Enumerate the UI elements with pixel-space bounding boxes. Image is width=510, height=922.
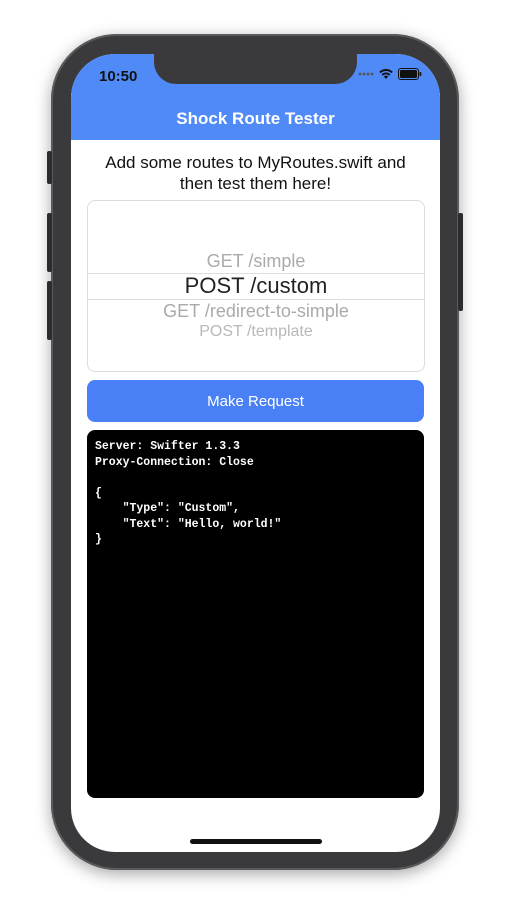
picker-option[interactable]: GET /redirect-to-simple bbox=[88, 301, 424, 322]
response-console: Server: Swifter 1.3.3 Proxy-Connection: … bbox=[87, 430, 424, 798]
route-picker[interactable]: GET /simple POST /custom GET /redirect-t… bbox=[87, 200, 425, 372]
battery-icon bbox=[398, 68, 422, 80]
picker-option[interactable]: GET /simple bbox=[88, 251, 424, 272]
volume-down-button bbox=[47, 281, 52, 340]
notch bbox=[154, 54, 357, 84]
status-icons bbox=[358, 68, 422, 80]
instructions-text: Add some routes to MyRoutes.swift and th… bbox=[105, 153, 406, 193]
make-request-button[interactable]: Make Request bbox=[87, 380, 424, 422]
picker-option-selected[interactable]: POST /custom bbox=[88, 273, 424, 299]
mute-switch bbox=[47, 151, 52, 184]
app-screen: 10:50 Shock Route Tester Add some routes… bbox=[71, 54, 440, 852]
power-button bbox=[458, 213, 463, 311]
status-time: 10:50 bbox=[99, 68, 138, 85]
home-indicator[interactable] bbox=[190, 839, 322, 844]
volume-up-button bbox=[47, 213, 52, 272]
wifi-icon bbox=[379, 69, 393, 79]
nav-title: Shock Route Tester bbox=[176, 109, 335, 128]
picker-selection-line-bottom bbox=[88, 299, 424, 300]
picker-option[interactable]: POST /template bbox=[88, 323, 424, 341]
signal-dots-icon bbox=[358, 72, 374, 76]
navigation-bar: 10:50 Shock Route Tester bbox=[71, 54, 440, 140]
